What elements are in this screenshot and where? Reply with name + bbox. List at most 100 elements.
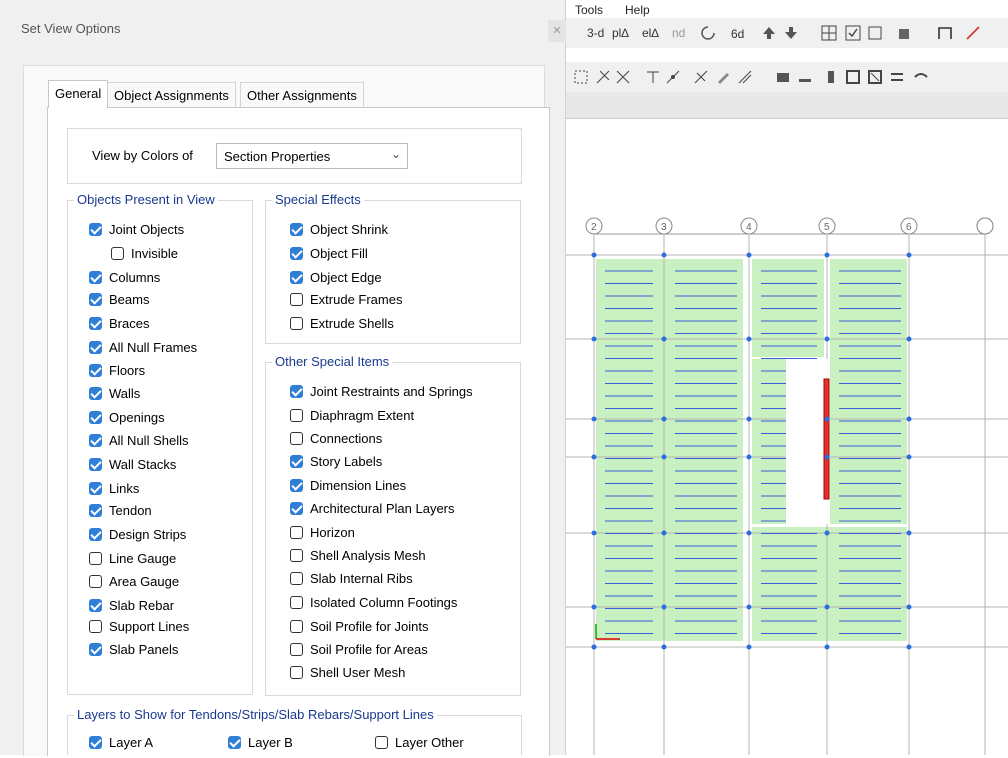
toolbar-top: 3-d pl∆ el∆ nd 6d [565, 18, 1008, 48]
joint-point [824, 416, 830, 422]
menu-help[interactable]: Help [625, 3, 650, 17]
checkbox-box[interactable] [290, 271, 303, 284]
checkbox-box[interactable] [89, 643, 102, 656]
grid-label: 6 [906, 222, 912, 233]
checkbox-box[interactable] [290, 620, 303, 633]
toolbar-select [565, 62, 1008, 93]
checkbox-box[interactable] [89, 552, 102, 565]
joint-point [906, 644, 912, 650]
view-by-colors-value: Section Properties [224, 149, 331, 164]
checkbox-box[interactable] [89, 458, 102, 471]
toolbar-plan-button[interactable]: pl∆ [612, 24, 629, 42]
checkbox-box[interactable] [290, 549, 303, 562]
checkbox-box[interactable] [290, 247, 303, 260]
tab-object-assignments[interactable]: Object Assignments [107, 82, 236, 108]
checkbox-box[interactable] [290, 432, 303, 445]
toolbar-elevation-button[interactable]: el∆ [642, 24, 659, 42]
frame-tool-icon[interactable] [867, 25, 883, 41]
draw-tendon-icon[interactable] [913, 69, 929, 85]
checkbox-label: Braces [109, 316, 150, 331]
move-down-icon[interactable] [783, 25, 799, 41]
checkbox-box[interactable] [89, 575, 102, 588]
toolbar-3d-button[interactable]: 3-d [587, 24, 604, 42]
draw-wall-icon[interactable] [845, 69, 861, 85]
pencil-icon[interactable] [715, 69, 731, 85]
select-cross-icon[interactable] [595, 69, 611, 85]
view-by-colors-label: View by Colors of [92, 148, 193, 163]
checkbox-label: Layer Other [395, 735, 464, 750]
snap-perp-icon[interactable] [693, 69, 709, 85]
draw-opening-icon[interactable] [867, 69, 883, 85]
checkbox-box[interactable] [89, 341, 102, 354]
checkbox-label: Object Shrink [310, 222, 389, 237]
checkbox-label: Layer B [248, 735, 293, 750]
checkbox-box[interactable] [290, 293, 303, 306]
menu-bar: Tools Help [565, 0, 1008, 18]
checkbox-box[interactable] [89, 736, 102, 749]
checkbox-box[interactable] [290, 223, 303, 236]
checkbox-box[interactable] [89, 599, 102, 612]
view-by-colors-select[interactable]: Section Properties ⌄ [216, 143, 408, 169]
checkbox-box[interactable] [290, 455, 303, 468]
view-title-bar [565, 92, 1008, 119]
checkbox-box[interactable] [89, 387, 102, 400]
checkbox-box[interactable] [89, 317, 102, 330]
checkbox-label: Area Gauge [109, 574, 180, 589]
checkbox-box[interactable] [290, 572, 303, 585]
checkbox-box[interactable] [111, 247, 124, 260]
checkbox-box[interactable] [290, 643, 303, 656]
checkbox-label: Invisible [131, 246, 178, 261]
checkbox-box[interactable] [375, 736, 388, 749]
snap-mid-icon[interactable] [665, 69, 681, 85]
checkbox-box[interactable] [89, 223, 102, 236]
joint-point [661, 336, 667, 342]
checkbox-box[interactable] [290, 596, 303, 609]
joint-point [824, 644, 830, 650]
rotate-icon[interactable] [700, 25, 716, 41]
intersect-icon[interactable] [615, 69, 631, 85]
checkbox-box[interactable] [290, 502, 303, 515]
checkbox-box[interactable] [89, 364, 102, 377]
checkbox-box[interactable] [290, 526, 303, 539]
checkbox-label: Wall Stacks [109, 457, 177, 472]
shell-tool-icon[interactable] [897, 25, 913, 41]
draw-beam-icon[interactable] [797, 69, 813, 85]
joint-point [661, 604, 667, 610]
draw-column-icon[interactable] [823, 69, 839, 85]
grid-label: 3 [661, 222, 667, 233]
checkbox-box[interactable] [290, 317, 303, 330]
checkbox-box[interactable] [89, 504, 102, 517]
model-canvas[interactable]: 234567 [565, 119, 1008, 755]
checkbox-box[interactable] [290, 385, 303, 398]
checkbox-box[interactable] [89, 528, 102, 541]
checkbox-box[interactable] [89, 482, 102, 495]
portal-icon[interactable] [937, 25, 953, 41]
checkbox-box[interactable] [290, 479, 303, 492]
draw-line-icon[interactable] [737, 69, 753, 85]
select-icon[interactable] [573, 69, 589, 85]
checkbox-box[interactable] [228, 736, 241, 749]
tab-general[interactable]: General [48, 80, 109, 108]
joint-point [746, 454, 752, 460]
objects-present-title: Objects Present in View [74, 192, 218, 207]
checkbox-box[interactable] [89, 620, 102, 633]
checkbox-box[interactable] [89, 271, 102, 284]
checkbox-box[interactable] [290, 409, 303, 422]
checkbox-box[interactable] [290, 666, 303, 679]
checkbox-box[interactable] [89, 434, 102, 447]
menu-tools[interactable]: Tools [575, 3, 603, 17]
draw-brace-icon[interactable] [965, 25, 981, 41]
draw-slab-icon[interactable] [775, 69, 791, 85]
checkbox-label: Dimension Lines [310, 478, 407, 493]
grid-icon[interactable] [821, 25, 837, 41]
move-up-icon[interactable] [761, 25, 777, 41]
toolbar-nd-button[interactable]: nd [672, 24, 685, 42]
perspective-icon[interactable]: 6d [730, 25, 746, 41]
checkbox-box[interactable] [89, 293, 102, 306]
checkbox-tool-icon[interactable] [845, 25, 861, 41]
tab-other-assignments[interactable]: Other Assignments [240, 82, 364, 108]
snap-icon[interactable] [645, 69, 661, 85]
checkbox-box[interactable] [89, 411, 102, 424]
close-icon[interactable]: ✕ [548, 20, 566, 42]
draw-strip-icon[interactable] [889, 69, 905, 85]
